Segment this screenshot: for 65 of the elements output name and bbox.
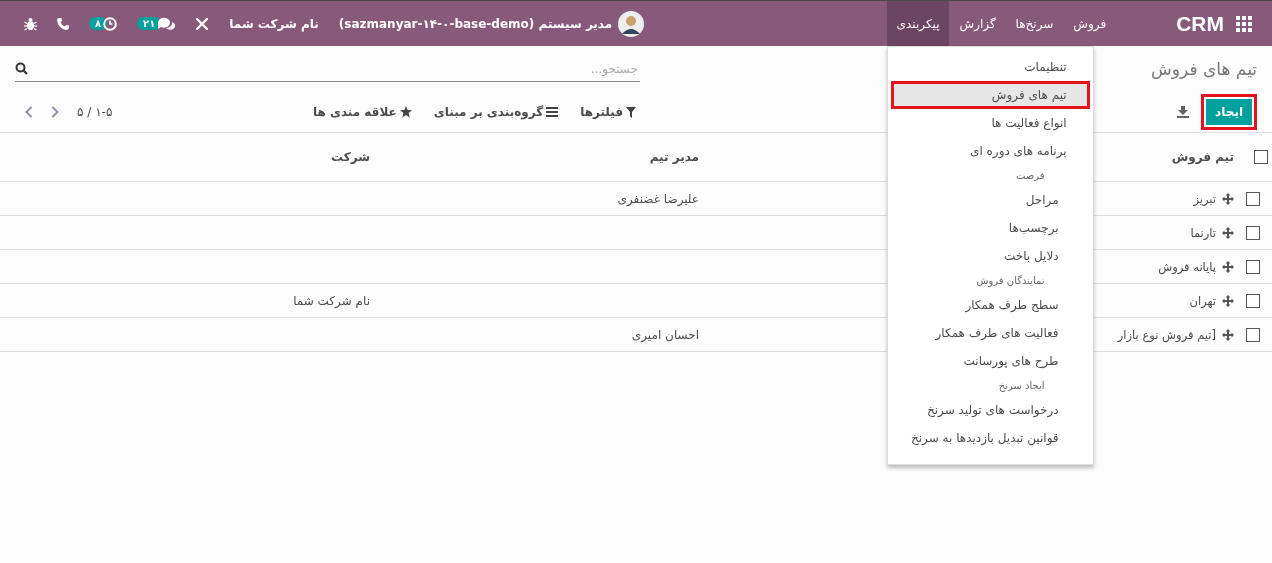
apps-menu-icon[interactable] bbox=[1236, 15, 1252, 32]
star-icon bbox=[399, 106, 412, 118]
row-checkbox[interactable] bbox=[1246, 327, 1260, 342]
menu-section-header: ایجاد سرنخ bbox=[997, 379, 1046, 394]
drag-handle-icon[interactable] bbox=[1222, 260, 1234, 273]
search-field[interactable]: جستجو... bbox=[28, 60, 640, 77]
dropdown-item[interactable]: مراحل bbox=[890, 186, 1090, 214]
table-cell: تارنما bbox=[1190, 225, 1216, 240]
dropdown-item[interactable]: تیم های فروش bbox=[890, 81, 1090, 109]
dropdown-item[interactable]: قوانین تبدیل بازدیدها به سرنخ bbox=[890, 424, 1090, 452]
chat-icon[interactable] bbox=[157, 16, 176, 31]
drag-handle-icon[interactable] bbox=[1222, 294, 1234, 307]
menu-item[interactable]: گزارش bbox=[949, 1, 1006, 46]
filter-icon bbox=[626, 106, 636, 118]
previous-page-icon[interactable] bbox=[25, 106, 33, 118]
drag-handle-icon[interactable] bbox=[1222, 226, 1234, 239]
table-cell: نام شرکت شما bbox=[293, 293, 370, 308]
avatar-icon[interactable] bbox=[618, 10, 645, 37]
table-cell: [تیم فروش نوع بازار bbox=[1117, 327, 1216, 342]
dropdown-item[interactable]: سطح طرف همکار bbox=[890, 291, 1090, 319]
menu-item[interactable]: سرنخ‌ها bbox=[1005, 1, 1064, 46]
pager-value[interactable]: ۱-۵ / ۵ bbox=[77, 105, 113, 119]
row-checkbox[interactable] bbox=[1246, 259, 1260, 274]
bug-icon[interactable] bbox=[24, 16, 37, 31]
download-icon[interactable] bbox=[1177, 106, 1190, 118]
search-icon[interactable] bbox=[15, 62, 28, 75]
column-header[interactable]: شرکت bbox=[331, 150, 370, 164]
next-page-icon[interactable] bbox=[51, 106, 59, 118]
clock-icon[interactable] bbox=[103, 16, 118, 31]
search-option-button[interactable]: علاقه مندی ها bbox=[308, 103, 416, 121]
dropdown-item[interactable]: طرح های پورسانت bbox=[890, 347, 1090, 375]
drag-handle-icon[interactable] bbox=[1222, 328, 1234, 341]
column-header[interactable]: تیم فروش bbox=[1171, 150, 1234, 164]
table-cell: احسان امیری bbox=[631, 327, 699, 342]
menu-item[interactable]: پیکربندی bbox=[886, 1, 950, 46]
table-cell: علیرضا غضنفری bbox=[617, 191, 699, 206]
dropdown-item[interactable]: فعالیت های طرف همکار bbox=[890, 319, 1090, 347]
dropdown-item[interactable]: تنظیمات bbox=[890, 53, 1090, 81]
list-icon bbox=[546, 107, 559, 117]
row-checkbox[interactable] bbox=[1246, 293, 1260, 308]
menu-section-header: فرصت bbox=[1015, 169, 1046, 183]
user-name[interactable]: مدیر سیستم (sazmanyar-۱۴-۰-base-demo) bbox=[338, 16, 613, 31]
row-checkbox[interactable] bbox=[1246, 191, 1260, 206]
column-header[interactable]: مدیر تیم bbox=[649, 150, 699, 164]
dropdown-item[interactable]: درخواست های تولید سرنخ bbox=[890, 396, 1090, 424]
phone-icon[interactable] bbox=[57, 17, 69, 30]
table-cell: تهران bbox=[1189, 293, 1216, 308]
activity-count-badge: ۸ bbox=[89, 17, 108, 30]
table-cell: تبریز bbox=[1193, 191, 1216, 206]
dropdown-item[interactable]: برچسب‌ها bbox=[890, 214, 1090, 242]
dropdown-item[interactable]: انواع فعالیت ها bbox=[890, 109, 1090, 137]
app-brand: CRM bbox=[1176, 11, 1224, 36]
dropdown-item[interactable]: برنامه های دوره ای bbox=[890, 137, 1090, 165]
select-all-checkbox[interactable] bbox=[1254, 150, 1268, 165]
search-option-button[interactable]: فیلترها bbox=[576, 103, 640, 121]
table-cell: پایانه فروش bbox=[1158, 259, 1216, 274]
search-option-button[interactable]: گروه‌بندی بر مبنای bbox=[429, 103, 563, 121]
message-count-badge: ۲۱ bbox=[137, 17, 162, 30]
breadcrumb-title: تیم های فروش bbox=[1151, 59, 1257, 79]
drag-handle-icon[interactable] bbox=[1222, 192, 1234, 205]
menu-section-header: نمایندگان فروش bbox=[975, 274, 1046, 289]
dropdown-item[interactable]: دلایل باخت bbox=[890, 242, 1090, 270]
row-checkbox[interactable] bbox=[1246, 225, 1260, 240]
company-switcher[interactable]: نام شرکت شما bbox=[229, 16, 319, 31]
menu-item[interactable]: فروش bbox=[1063, 1, 1117, 46]
